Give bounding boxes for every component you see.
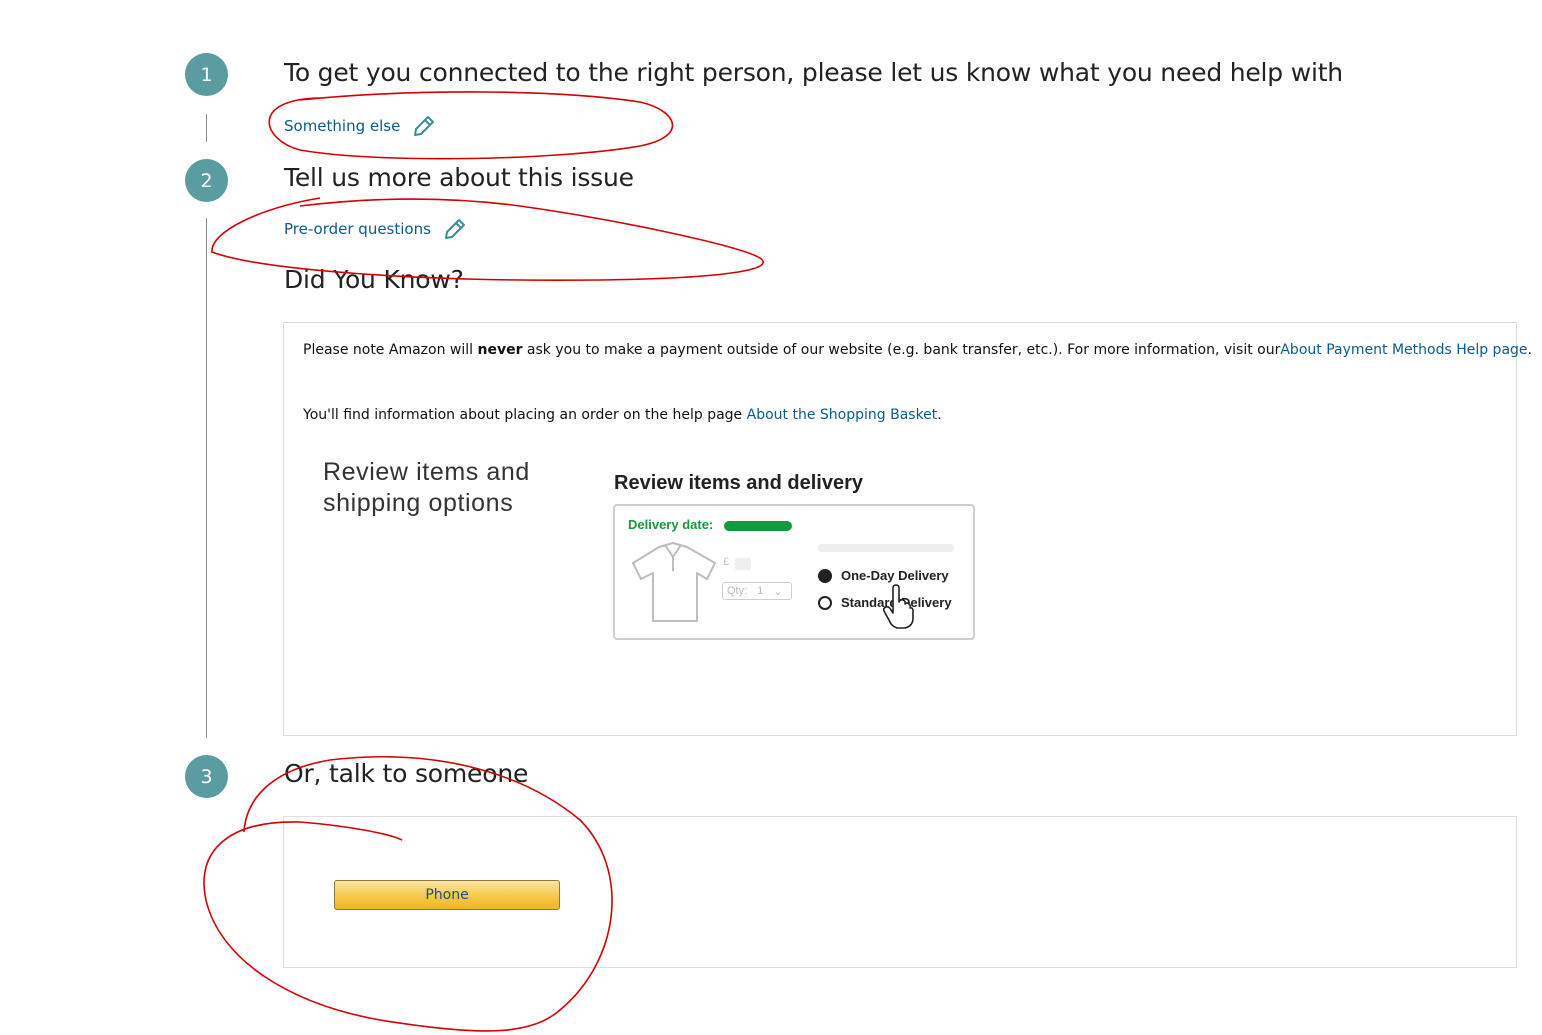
did-you-know-box: Please note Amazon will never ask you to… (283, 322, 1532, 736)
step-1-selection[interactable]: Something else (284, 114, 436, 138)
timeline-line-2 (206, 218, 207, 738)
radio-selected-icon (818, 568, 832, 583)
step-2-number: 2 (200, 169, 213, 192)
one-day-label: One-Day Delivery (841, 568, 949, 583)
did-you-know-heading: Did You Know? (284, 265, 464, 294)
pencil-icon[interactable] (443, 217, 467, 241)
step-1-number: 1 (200, 63, 213, 86)
timeline-line-1 (206, 114, 207, 142)
one-day-option: One-Day Delivery (818, 568, 949, 583)
tshirt-icon (632, 542, 716, 622)
step-2-selection-label: Pre-order questions (284, 220, 431, 238)
payment-methods-link[interactable]: About Payment Methods Help page (1280, 342, 1527, 358)
payment-note-end: . (1527, 342, 1532, 358)
quantity-select: Qty: 1 ⌄ (722, 582, 792, 600)
step-1-selection-label: Something else (284, 117, 401, 135)
radio-empty-icon (818, 595, 832, 610)
step-3-title: Or, talk to someone (284, 759, 529, 788)
basket-note: You'll find information about placing an… (303, 407, 942, 423)
step-1-title: To get you connected to the right person… (284, 58, 1343, 87)
illustration-heading: Review items and delivery (614, 472, 864, 494)
chevron-down-icon: ⌄ (773, 585, 783, 598)
step-2-selection[interactable]: Pre-order questions (284, 217, 467, 241)
payment-note-emphasis: never (477, 342, 523, 358)
step-3-badge: 3 (185, 755, 228, 798)
hand-cursor-icon (882, 584, 914, 629)
step-3-number: 3 (200, 765, 213, 788)
payment-note-text: Please note Amazon will (303, 342, 478, 358)
illustration-caption: Review items and shipping options (323, 458, 530, 517)
price-placeholder (735, 558, 751, 570)
step-1-badge: 1 (185, 53, 228, 96)
delivery-date-label: Delivery date: (628, 517, 714, 532)
quantity-value: 1 (757, 585, 764, 597)
placeholder-bar (818, 544, 954, 552)
payment-note: Please note Amazon will never ask you to… (303, 342, 1532, 358)
shopping-basket-link[interactable]: About the Shopping Basket (747, 407, 938, 423)
step-2-badge: 2 (185, 159, 228, 202)
payment-note-text-2: ask you to make a payment outside of our… (522, 342, 1281, 358)
delivery-panel: Delivery date: £ Qty: 1 ⌄ One-Day Delive… (613, 504, 975, 640)
phone-button[interactable]: Phone (334, 880, 560, 910)
price-symbol: £ (723, 556, 730, 568)
quantity-label: Qty: (727, 585, 748, 597)
basket-note-text: You'll find information about placing an… (303, 407, 747, 423)
delivery-date-bar (724, 521, 792, 531)
pencil-icon[interactable] (412, 114, 436, 138)
step-2-title: Tell us more about this issue (284, 163, 634, 192)
basket-note-end: . (937, 407, 942, 423)
